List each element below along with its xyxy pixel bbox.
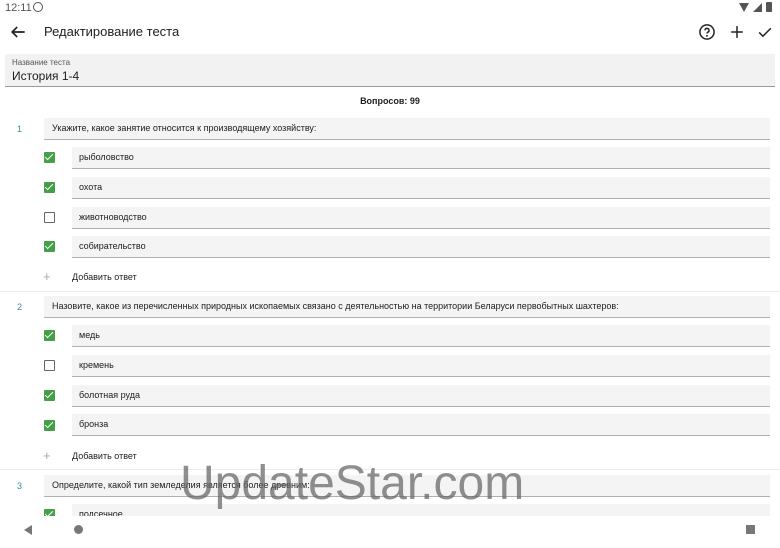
test-name-field[interactable]: Название теста История 1-4 (5, 54, 775, 87)
answer-field[interactable]: медь (72, 325, 770, 347)
battery-icon (766, 2, 772, 12)
add-icon[interactable]: + (43, 270, 51, 283)
answer-field[interactable]: животноводство (72, 207, 770, 229)
question-text-field[interactable]: Назовите, какое из перечисленных природн… (44, 296, 770, 318)
answer-field[interactable]: болотная руда (72, 385, 770, 407)
answer-checkbox[interactable] (44, 420, 55, 431)
nav-recent-apps-icon[interactable] (746, 525, 755, 534)
answer-text: собирательство (79, 241, 146, 251)
answer-text: медь (79, 330, 100, 340)
answer-checkbox[interactable] (44, 182, 55, 193)
answer-text: кремень (79, 360, 114, 370)
status-bar: 12:11 (0, 0, 780, 16)
test-name-label: Название теста (12, 58, 71, 67)
wifi-icon (739, 2, 749, 12)
answer-checkbox[interactable] (44, 241, 55, 252)
answer-checkbox[interactable] (44, 390, 55, 401)
question-number: 2 (17, 302, 23, 312)
question-text-field[interactable]: Укажите, какое занятие относится к произ… (44, 118, 770, 140)
check-icon[interactable] (755, 22, 775, 42)
answer-field[interactable]: рыболовство (72, 147, 770, 169)
help-circle-icon[interactable] (697, 22, 717, 42)
answer-checkbox[interactable] (44, 360, 55, 371)
signal-icon (753, 2, 762, 12)
arrow-left-icon[interactable] (8, 22, 28, 42)
answer-text: болотная руда (79, 390, 140, 400)
add-answer-button[interactable]: Добавить ответ (72, 272, 137, 282)
sync-icon (33, 2, 43, 12)
nav-back-icon[interactable] (24, 525, 32, 535)
status-time: 12:11 (5, 2, 32, 14)
question-text: Назовите, какое из перечисленных природн… (52, 301, 619, 311)
add-answer-button[interactable]: Добавить ответ (72, 451, 137, 461)
questions-count: Вопросов: 99 (360, 96, 420, 106)
question-number: 3 (17, 481, 23, 491)
test-name-value[interactable]: История 1-4 (12, 69, 79, 83)
nav-home-icon[interactable] (74, 525, 83, 534)
answer-field[interactable]: собирательство (72, 236, 770, 258)
answer-text: животноводство (79, 212, 147, 222)
question-divider (0, 291, 780, 292)
answer-text: бронза (79, 419, 109, 429)
answer-text: рыболовство (79, 152, 134, 162)
answer-text: охота (79, 182, 103, 192)
add-icon[interactable]: + (43, 449, 51, 462)
watermark: UpdateStar.com (180, 457, 525, 510)
answer-checkbox[interactable] (44, 212, 55, 223)
status-icons (739, 2, 772, 12)
question-number: 1 (17, 124, 23, 134)
answer-field[interactable]: охота (72, 177, 770, 199)
plus-icon[interactable] (727, 22, 747, 42)
answer-field[interactable]: бронза (72, 414, 770, 436)
answer-field[interactable]: кремень (72, 355, 770, 377)
page-title: Редактирование теста (44, 24, 180, 39)
app-bar: Редактирование теста (0, 16, 780, 48)
answer-checkbox[interactable] (44, 330, 55, 341)
question-text: Укажите, какое занятие относится к произ… (52, 123, 317, 133)
system-nav-bar (0, 516, 780, 548)
answer-checkbox[interactable] (44, 152, 55, 163)
